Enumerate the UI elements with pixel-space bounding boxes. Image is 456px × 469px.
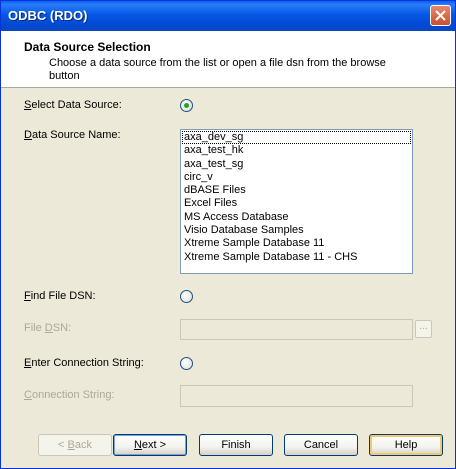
header-description: Choose a data source from the list or op… <box>49 57 386 82</box>
odbc-dialog: ODBC (RDO) Data Source Selection Choose … <box>0 0 456 469</box>
list-item[interactable]: MS Access Database <box>181 211 412 224</box>
list-item[interactable]: Excel Files <box>181 197 412 210</box>
cancel-button[interactable]: Cancel <box>284 434 358 456</box>
back-button[interactable]: < Back <box>38 434 112 456</box>
select-data-source-radio[interactable] <box>180 99 193 112</box>
next-button[interactable]: Next > <box>113 434 187 456</box>
find-file-dsn-radio[interactable] <box>180 290 193 303</box>
data-source-listbox[interactable]: axa_dev_sg axa_test_hk axa_test_sg circ_… <box>180 129 413 274</box>
list-item[interactable]: axa_dev_sg <box>182 131 411 145</box>
help-button[interactable]: Help <box>369 434 443 456</box>
file-dsn-field[interactable] <box>180 319 413 340</box>
window-title: ODBC (RDO) <box>8 8 88 23</box>
header-title: Data Source Selection <box>24 40 151 54</box>
file-dsn-label: File DSN: <box>24 322 72 334</box>
list-item[interactable]: dBASE Files <box>181 184 412 197</box>
list-item[interactable]: Visio Database Samples <box>181 224 412 237</box>
select-data-source-label: Select Data Source: <box>24 99 122 111</box>
list-item[interactable]: Xtreme Sample Database 11 - CHS <box>181 251 412 264</box>
find-file-dsn-label: Find File DSN: <box>24 290 96 302</box>
finish-button[interactable]: Finish <box>199 434 273 456</box>
connection-string-label: Connection String: <box>24 389 115 401</box>
title-bar[interactable]: ODBC (RDO) <box>1 1 455 31</box>
close-button[interactable] <box>430 5 451 26</box>
list-item[interactable]: axa_test_hk <box>181 144 412 157</box>
close-icon <box>435 10 446 21</box>
enter-connection-string-label: Enter Connection String: <box>24 357 144 369</box>
list-item[interactable]: circ_v <box>181 171 412 184</box>
browse-button[interactable]: ... <box>415 320 432 338</box>
data-source-name-label: Data Source Name: <box>24 129 121 141</box>
wizard-header: Data Source Selection Choose a data sour… <box>1 31 455 88</box>
connection-string-field[interactable] <box>180 385 413 407</box>
list-item[interactable]: axa_test_sg <box>181 158 412 171</box>
list-item[interactable]: Xtreme Sample Database 11 <box>181 237 412 250</box>
radio-selected-dot <box>184 103 189 108</box>
enter-connection-string-radio[interactable] <box>180 357 193 370</box>
